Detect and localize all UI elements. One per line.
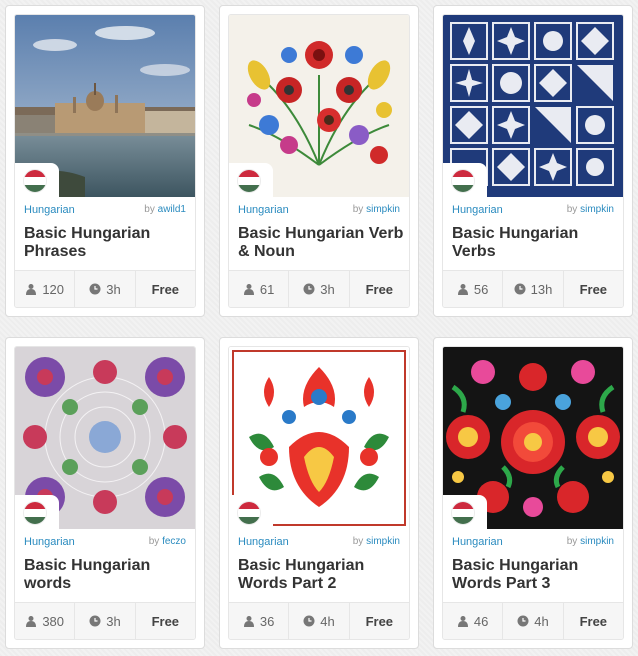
hungary-flag-icon [238, 502, 260, 524]
clock-icon [89, 615, 101, 627]
learners-count: 46 [443, 603, 504, 639]
person-icon [26, 616, 37, 627]
course-title[interactable]: Basic Hungarian Verbs [452, 225, 618, 261]
course-author: by awild1 [144, 204, 186, 215]
course-price: Free [579, 281, 608, 297]
course-title[interactable]: Basic Hungarian Verb & Noun [238, 225, 404, 261]
course-title[interactable]: Basic Hungarian Phrases [24, 225, 190, 261]
course-language-link[interactable]: Hungarian [24, 536, 75, 548]
course-card[interactable]: Hungarian by simpkin Basic Hungarian Wor… [219, 337, 419, 649]
course-stats: 46 4h Free [443, 602, 623, 639]
course-card[interactable]: Hungarian by feczo Basic Hungarian words… [5, 337, 205, 649]
learners-count: 36 [229, 603, 290, 639]
course-author: by feczo [148, 536, 186, 547]
person-icon [457, 284, 468, 295]
author-link[interactable]: simpkin [366, 536, 400, 547]
hungary-flag-icon [24, 502, 46, 524]
course-duration: 13h [503, 271, 564, 307]
course-stats: 36 4h Free [229, 602, 409, 639]
course-price: Free [365, 281, 394, 297]
hungary-flag-icon [238, 170, 260, 192]
person-icon [457, 616, 468, 627]
author-link[interactable]: simpkin [580, 204, 614, 215]
course-language-link[interactable]: Hungarian [238, 536, 289, 548]
learners-count: 61 [229, 271, 290, 307]
course-stats: 61 3h Free [229, 270, 409, 307]
course-duration: 3h [289, 271, 350, 307]
clock-icon [303, 615, 315, 627]
course-stats: 120 3h Free [15, 270, 195, 307]
course-card[interactable]: Hungarian by awild1 Basic Hungarian Phra… [5, 5, 205, 317]
course-title[interactable]: Basic Hungarian Words Part 3 [452, 557, 618, 593]
hungary-flag-icon [24, 170, 46, 192]
course-stats: 56 13h Free [443, 270, 623, 307]
course-title[interactable]: Basic Hungarian words [24, 557, 190, 593]
course-duration: 4h [289, 603, 350, 639]
course-language-link[interactable]: Hungarian [238, 204, 289, 216]
clock-icon [514, 283, 526, 295]
course-price: Free [151, 281, 180, 297]
course-language-link[interactable]: Hungarian [452, 204, 503, 216]
course-language-link[interactable]: Hungarian [24, 204, 75, 216]
course-price: Free [151, 613, 180, 629]
hungary-flag-icon [452, 170, 474, 192]
course-duration: 4h [503, 603, 564, 639]
course-card[interactable]: Hungarian by simpkin Basic Hungarian Ver… [433, 5, 633, 317]
author-link[interactable]: awild1 [158, 204, 186, 215]
hungary-flag-icon [452, 502, 474, 524]
course-author: by simpkin [352, 204, 400, 215]
clock-icon [89, 283, 101, 295]
person-icon [26, 284, 37, 295]
course-card[interactable]: Hungarian by simpkin Basic Hungarian Ver… [219, 5, 419, 317]
course-card[interactable]: Hungarian by simpkin Basic Hungarian Wor… [433, 337, 633, 649]
course-stats: 380 3h Free [15, 602, 195, 639]
clock-icon [517, 615, 529, 627]
learners-count: 56 [443, 271, 504, 307]
course-language-link[interactable]: Hungarian [452, 536, 503, 548]
author-link[interactable]: feczo [162, 536, 186, 547]
person-icon [243, 616, 254, 627]
course-price: Free [365, 613, 394, 629]
learners-count: 380 [15, 603, 76, 639]
course-author: by simpkin [352, 536, 400, 547]
clock-icon [303, 283, 315, 295]
course-title[interactable]: Basic Hungarian Words Part 2 [238, 557, 404, 593]
course-price: Free [579, 613, 608, 629]
learners-count: 120 [15, 271, 76, 307]
author-link[interactable]: simpkin [580, 536, 614, 547]
author-link[interactable]: simpkin [366, 204, 400, 215]
course-author: by simpkin [566, 204, 614, 215]
course-duration: 3h [75, 271, 136, 307]
course-duration: 3h [75, 603, 136, 639]
course-author: by simpkin [566, 536, 614, 547]
person-icon [243, 284, 254, 295]
